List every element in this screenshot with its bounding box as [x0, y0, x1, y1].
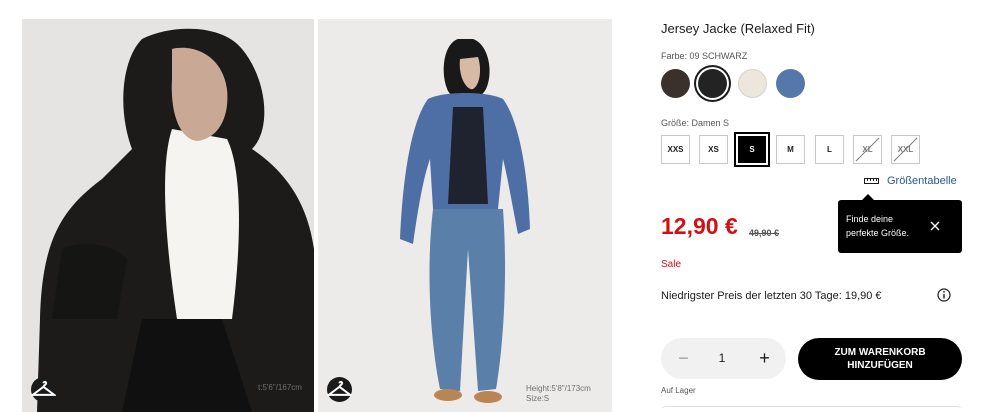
size-button-label: XL [862, 145, 873, 154]
stock-status: Auf Lager [661, 386, 696, 395]
increase-quantity-button[interactable]: + [754, 348, 775, 369]
size-button-xxl[interactable]: XXL [891, 135, 920, 164]
hanger-icon [327, 380, 352, 396]
color-swatch-dark-brown[interactable] [661, 69, 690, 98]
product-image-2[interactable]: Height:5'8"/173cm Size:S [318, 19, 612, 412]
size-button-xxs[interactable]: XXS [661, 135, 690, 164]
size-chart-label: Größentabelle [887, 175, 957, 187]
add-to-cart-button[interactable]: ZUM WARENKORB HINZUFÜGEN [798, 338, 962, 380]
size-button-label: XXS [667, 145, 684, 154]
size-finder-tooltip: Finde deine perfekte Größe. [838, 194, 962, 253]
model-height-caption: t:5'6"/167cm [258, 383, 302, 392]
size-button-label: M [787, 145, 794, 154]
product-image-1[interactable]: t:5'6"/167cm [22, 19, 314, 412]
size-button-label: S [749, 145, 755, 154]
color-swatch-black[interactable] [698, 69, 727, 98]
color-swatch-off-white[interactable] [738, 69, 767, 98]
close-icon[interactable] [929, 220, 941, 232]
size-button-l[interactable]: L [815, 135, 844, 164]
color-label: Farbe: 09 SCHWARZ [661, 51, 748, 61]
model-height-size-caption: Height:5'8"/173cm Size:S [526, 384, 591, 403]
next-section-divider [661, 406, 962, 412]
color-swatch-blue[interactable] [776, 69, 805, 98]
size-chart-link[interactable]: Größentabelle [864, 175, 957, 187]
size-button-xl[interactable]: XL [853, 135, 882, 164]
virtual-try-on-button[interactable] [31, 377, 56, 402]
size-button-label: XXL [897, 145, 914, 154]
hanger-icon [31, 380, 56, 396]
tooltip-text: Finde deine perfekte Größe. [846, 214, 910, 238]
size-label: Größe: Damen S [661, 118, 730, 128]
info-icon[interactable] [937, 288, 951, 302]
model-photo-blue-jacket [318, 19, 612, 412]
size-button-label: L [827, 145, 832, 154]
size-button-s[interactable]: S [738, 136, 766, 163]
size-button-m[interactable]: M [776, 135, 805, 164]
sale-badge: Sale [661, 259, 682, 270]
quantity-value[interactable]: 1 [707, 351, 737, 365]
lowest-price-info: Niedrigster Preis der letzten 30 Tage: 1… [661, 290, 882, 302]
model-photo-black-jacket [22, 19, 314, 412]
original-price: 49,90 € [749, 228, 780, 238]
quantity-stepper[interactable]: − 1 + [661, 338, 786, 379]
size-button-xs[interactable]: XS [699, 135, 728, 164]
size-button-label: XS [708, 145, 719, 154]
product-title: Jersey Jacke (Relaxed Fit) [661, 21, 815, 36]
decrease-quantity-button[interactable]: − [673, 348, 694, 369]
sale-price: 12,90 € [661, 213, 738, 239]
ruler-icon [864, 178, 879, 184]
virtual-try-on-button[interactable] [327, 377, 352, 402]
